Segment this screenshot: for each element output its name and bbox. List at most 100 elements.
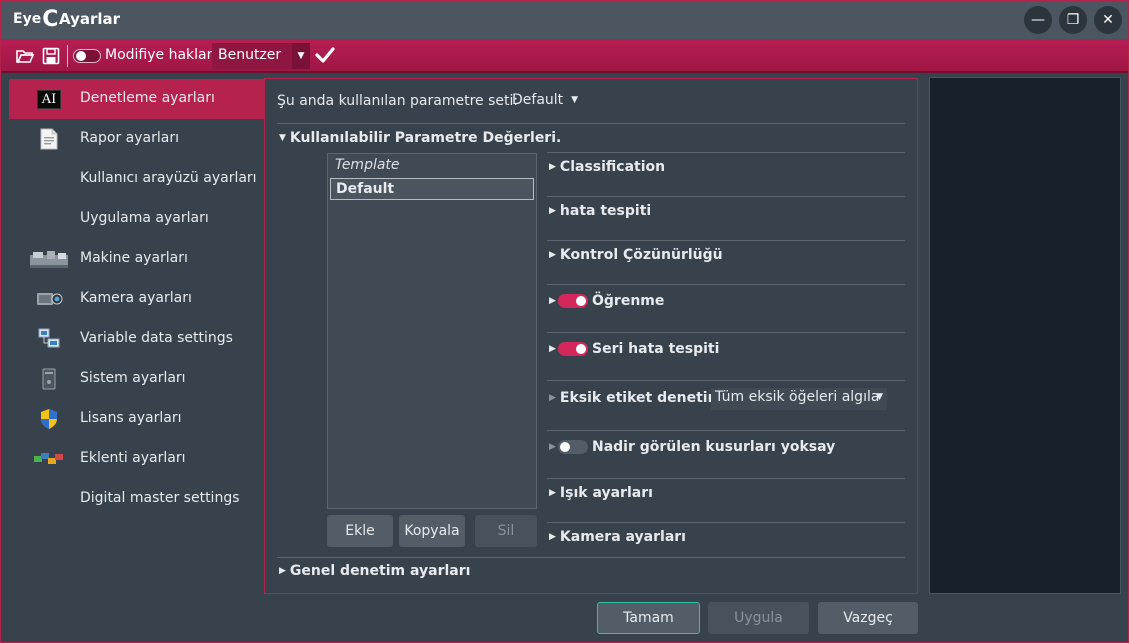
divider [547, 478, 905, 479]
logo-c: C [42, 6, 59, 32]
sidebar-item-label: Eklenti ayarları [80, 450, 186, 466]
save-icon[interactable] [41, 46, 61, 66]
ai-icon: AI [29, 88, 69, 110]
toggle-knob [76, 51, 86, 61]
section-control-resolution[interactable]: ▶ Kontrol Çözünürlüğü [549, 247, 723, 263]
system-icon [29, 368, 69, 390]
close-icon: ✕ [1102, 12, 1114, 28]
sidebar-item-label: Denetleme ayarları [80, 90, 215, 106]
ignore-rare-toggle[interactable] [558, 440, 588, 454]
modify-rights-toggle[interactable] [73, 49, 101, 63]
sidebar-item-report[interactable]: Rapor ayarları [9, 119, 265, 159]
plugin-icon [29, 448, 69, 470]
settings-window: Eye C Ayarlar — ❐ ✕ Modifiye hakları Benu… [0, 0, 1129, 643]
caret-down-icon: ▼ [279, 133, 286, 143]
sidebar-item-camera[interactable]: Kamera ayarları [9, 279, 265, 319]
current-param-label: Şu anda kullanılan parametre seti: [277, 93, 519, 109]
section-general[interactable]: ▶ Genel denetim ayarları [279, 563, 470, 579]
caret-right-icon: ▶ [549, 250, 556, 260]
toolbar: Modifiye hakları [1, 39, 1128, 73]
apply-button[interactable]: Uygula [708, 602, 809, 634]
toolbar-divider [67, 45, 68, 67]
cancel-button[interactable]: Vazgeç [818, 602, 918, 634]
restore-button[interactable]: ❐ [1059, 6, 1087, 34]
sidebar-item-variable-data[interactable]: Variable data settings [9, 319, 265, 359]
add-button[interactable]: Ekle [327, 515, 393, 547]
learning-label: Öğrenme [592, 293, 665, 309]
caret-right-icon: ▶ [549, 442, 556, 452]
sidebar-item-machine[interactable]: Makine ayarları [9, 239, 265, 279]
shield-icon [29, 408, 69, 430]
current-param-value: Default [512, 92, 564, 108]
caret-right-icon: ▶ [549, 393, 556, 403]
toggle-knob [560, 442, 570, 452]
section-camera[interactable]: ▶ Kamera ayarları [549, 529, 686, 545]
serial-defect-label: Seri hata tespiti [592, 341, 720, 357]
chevron-down-icon: ▼ [876, 392, 883, 402]
divider [547, 152, 905, 153]
sidebar-item-label: Rapor ayarları [80, 130, 179, 146]
chevron-down-icon: ▼ [292, 43, 310, 69]
report-icon [29, 128, 69, 150]
toggle-knob [576, 344, 586, 354]
minimize-icon: — [1031, 12, 1045, 28]
open-folder-icon[interactable] [15, 46, 35, 66]
sidebar-item-label: Kamera ayarları [80, 290, 192, 306]
camera-icon [29, 288, 69, 310]
missing-label-select[interactable]: Tüm eksik öğeleri algıla ▼ [711, 388, 887, 410]
divider [547, 240, 905, 241]
list-item[interactable]: Template [330, 155, 534, 177]
section-missing-label[interactable]: ▶ Eksik etiket denetimi [549, 390, 727, 406]
current-param-select[interactable]: Default ▼ [508, 91, 580, 113]
section-defect-detection[interactable]: ▶ hata tespiti [549, 203, 651, 219]
confirm-check-icon[interactable] [314, 44, 336, 66]
section-light[interactable]: ▶ Işık ayarları [549, 485, 653, 501]
sidebar-item-license[interactable]: Lisans ayarları [9, 399, 265, 439]
sidebar-item-label: Kullanıcı arayüzü ayarları [80, 170, 257, 186]
delete-button[interactable]: Sil [475, 515, 537, 547]
divider [547, 196, 905, 197]
divider [547, 284, 905, 285]
ok-button[interactable]: Tamam [597, 602, 700, 634]
restore-icon: ❐ [1066, 12, 1080, 28]
learning-toggle[interactable] [558, 294, 588, 308]
divider [547, 332, 905, 333]
sidebar-item-label: Digital master settings [80, 490, 240, 506]
divider [277, 123, 905, 124]
window-title: Ayarlar [59, 10, 121, 28]
sidebar-item-label: Makine ayarları [80, 250, 188, 266]
missing-label-value: Tüm eksik öğeleri algıla [715, 389, 880, 405]
sidebar-item-inspection[interactable]: AI Denetleme ayarları [9, 79, 265, 119]
caret-right-icon: ▶ [549, 344, 556, 354]
sidebar-item-system[interactable]: Sistem ayarları [9, 359, 265, 399]
sidebar-item-application[interactable]: Uygulama ayarları [9, 199, 265, 239]
sidebar-item-label: Sistem ayarları [80, 370, 186, 386]
sidebar-item-ui[interactable]: Kullanıcı arayüzü ayarları [9, 159, 265, 199]
serial-defect-toggle[interactable] [558, 342, 588, 356]
title-bar: Eye C Ayarlar — ❐ ✕ [1, 1, 1128, 39]
user-level-value: Benutzer [218, 47, 282, 63]
sidebar-item-label: Variable data settings [80, 330, 233, 346]
preview-pane [929, 77, 1121, 594]
logo-text: Eye [13, 11, 42, 27]
eyec-logo: Eye C [13, 6, 59, 32]
copy-button[interactable]: Kopyala [399, 515, 465, 547]
list-item[interactable]: Default [330, 178, 534, 200]
divider [547, 430, 905, 431]
available-params-header[interactable]: ▼ Kullanılabilir Parametre Değerleri. [279, 130, 561, 146]
caret-right-icon: ▶ [549, 488, 556, 498]
caret-right-icon: ▶ [549, 296, 556, 306]
param-set-list[interactable]: Template Default [327, 153, 537, 509]
close-button[interactable]: ✕ [1094, 6, 1122, 34]
section-classification[interactable]: ▶ Classification [549, 159, 665, 175]
minimize-button[interactable]: — [1024, 6, 1052, 34]
modify-rights-label: Modifiye hakları [105, 47, 217, 63]
settings-sidebar: AI Denetleme ayarları Rapor ayarları Kul… [9, 79, 265, 519]
divider [547, 522, 905, 523]
sidebar-item-plugins[interactable]: Eklenti ayarları [9, 439, 265, 479]
user-level-select[interactable]: Benutzer ▼ [212, 43, 310, 69]
divider [277, 557, 905, 558]
sidebar-item-digital-master[interactable]: Digital master settings [9, 479, 265, 519]
machine-icon [29, 248, 69, 270]
caret-right-icon: ▶ [279, 566, 286, 576]
